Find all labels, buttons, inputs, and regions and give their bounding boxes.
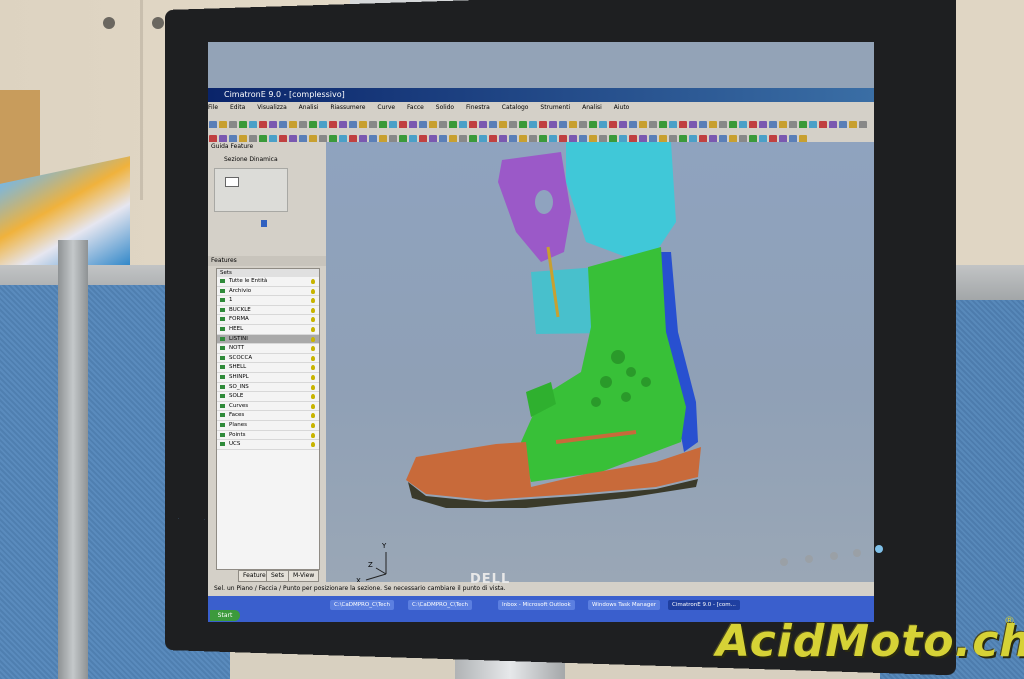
- feature-list: Sets Tutte le Entità Archivio 1 BUCKLE FORMA…: [216, 268, 320, 570]
- axis-label-z: Z: [368, 561, 373, 569]
- cursor-icon: [261, 220, 267, 227]
- monitor-screen: CimatronE 9.0 - [complessivo] File Edita…: [208, 42, 874, 622]
- cabinet-knob: [152, 17, 164, 29]
- menu-item[interactable]: Aiuto: [614, 104, 630, 111]
- feature-list-item[interactable]: UCS: [217, 440, 319, 450]
- menu-item[interactable]: Facce: [407, 104, 424, 111]
- menu-item[interactable]: Strumenti: [540, 104, 570, 111]
- feature-list-item[interactable]: SOLE: [217, 392, 319, 402]
- menu-item[interactable]: Visualizza: [257, 104, 287, 111]
- feature-list-item[interactable]: SCOCCA: [217, 354, 319, 364]
- feature-list-item[interactable]: NOTT: [217, 344, 319, 354]
- menu-item[interactable]: Curve: [377, 104, 395, 111]
- tab-mview[interactable]: M-View: [288, 570, 320, 582]
- guide-header: Guida Feature: [211, 143, 254, 150]
- guide-item-label[interactable]: Sezione Dinamica: [224, 156, 278, 163]
- menu-item[interactable]: Finestra: [466, 104, 490, 111]
- feature-list-item[interactable]: Curves: [217, 402, 319, 412]
- features-header: Features: [208, 256, 329, 266]
- start-button[interactable]: Start: [210, 610, 240, 621]
- monitor-brand-logo: DELL: [470, 572, 511, 587]
- menu-item[interactable]: Catalogo: [502, 104, 529, 111]
- feature-list-item[interactable]: Archivio: [217, 287, 319, 297]
- tab-sets[interactable]: Sets: [266, 570, 289, 582]
- taskbar-item[interactable]: Inbox - Microsoft Outlook: [498, 600, 575, 610]
- monitor-button[interactable]: [805, 555, 813, 563]
- feature-list-item[interactable]: Planes: [217, 421, 319, 431]
- status-bar: Sel. un Piano / Faccia / Punto per posiz…: [208, 582, 874, 596]
- feature-list-item[interactable]: Tutte le Entità: [217, 277, 319, 287]
- axis-x: [365, 573, 387, 581]
- feature-list-item[interactable]: SHELL: [217, 363, 319, 373]
- list-header: Sets: [217, 269, 319, 277]
- watermark-registered-mark: ®: [1004, 614, 1015, 627]
- feature-list-item[interactable]: Points: [217, 431, 319, 441]
- vent-hole: [611, 350, 625, 364]
- vent-hole: [621, 392, 631, 402]
- partition-pole: [58, 240, 88, 679]
- vent-hole: [591, 397, 601, 407]
- power-button[interactable]: [875, 545, 883, 553]
- feature-list-item[interactable]: LISTINI: [217, 334, 319, 345]
- menu-item[interactable]: Solido: [436, 104, 454, 111]
- window-title: CimatronE 9.0 - [complessivo]: [208, 88, 874, 102]
- feature-list-item[interactable]: BUCKLE: [217, 306, 319, 316]
- watermark: AcidMoto.ch: [716, 616, 1024, 667]
- taskbar-item-active[interactable]: CimatronE 9.0 - [com...: [668, 600, 740, 610]
- menu-bar: File Edita Visualizza Analisi Riassumere…: [208, 102, 874, 114]
- feature-list-item[interactable]: FORMA: [217, 315, 319, 325]
- feature-list-item[interactable]: HEEL: [217, 325, 319, 335]
- boot-buckle-purple: [498, 152, 571, 262]
- feature-list-item[interactable]: SHINPL: [217, 373, 319, 383]
- boot-model: X Y Z: [356, 142, 701, 585]
- feature-list-item[interactable]: 1: [217, 296, 319, 306]
- menu-item[interactable]: Analisi: [299, 104, 319, 111]
- axis-z: [375, 567, 387, 575]
- cabinet-knob: [103, 17, 115, 29]
- menu-item[interactable]: Edita: [230, 104, 245, 111]
- toolbar-secondary: [208, 128, 874, 143]
- vent-hole: [641, 377, 651, 387]
- feature-list-item[interactable]: Faces: [217, 411, 319, 421]
- vent-hole: [626, 367, 636, 377]
- section-icon: [225, 177, 239, 187]
- vent-hole: [600, 376, 612, 388]
- monitor-button[interactable]: [853, 549, 861, 557]
- buckle-hole: [535, 190, 553, 214]
- toolbar-main: [208, 114, 874, 148]
- monitor-button[interactable]: [830, 552, 838, 560]
- taskbar-item[interactable]: C:\CaDMPRO_C\Tech: [330, 600, 394, 610]
- 3d-viewport[interactable]: X Y Z: [326, 142, 874, 585]
- taskbar-item[interactable]: Windows Task Manager: [588, 600, 661, 610]
- cabinet-seam: [140, 0, 143, 200]
- boot-upper-cyan: [566, 142, 676, 257]
- monitor-button[interactable]: [780, 558, 788, 566]
- guide-item-box[interactable]: [214, 168, 288, 212]
- taskbar-item[interactable]: C:\CaDMPRO_C\Tech: [408, 600, 472, 610]
- feature-list-item[interactable]: SO_INS: [217, 383, 319, 393]
- axis-label-y: Y: [381, 542, 387, 550]
- menu-item[interactable]: File: [208, 104, 218, 111]
- menu-item[interactable]: Riassumere: [330, 104, 365, 111]
- menu-item[interactable]: Analisi: [582, 104, 602, 111]
